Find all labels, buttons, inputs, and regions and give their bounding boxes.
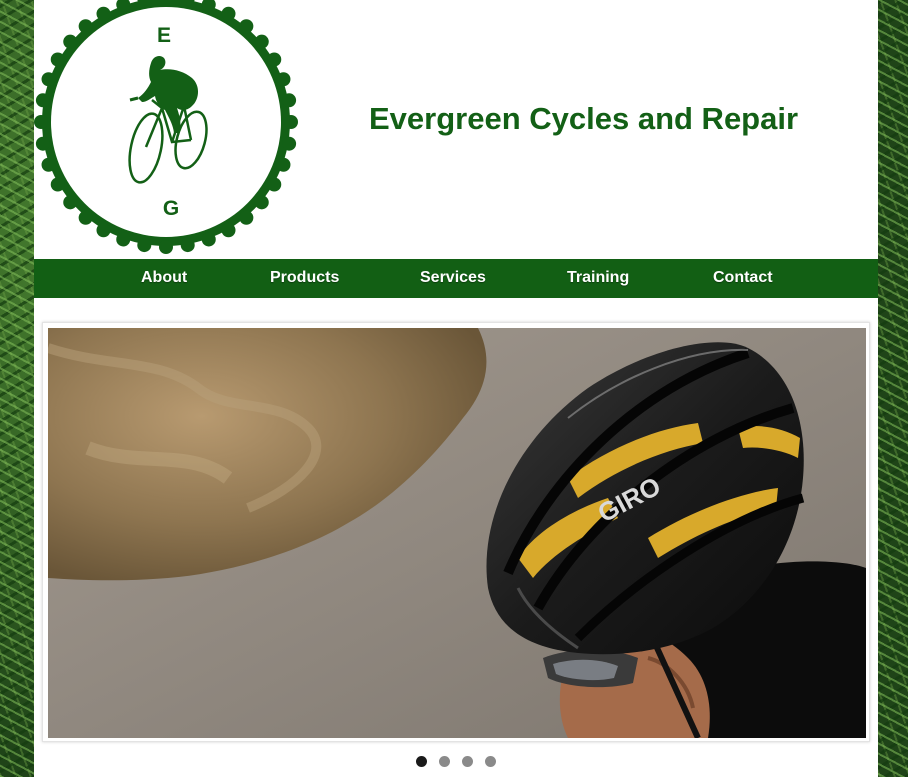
nav-item-training[interactable]: Training — [567, 269, 629, 287]
slider-dot-1[interactable] — [416, 756, 427, 767]
logo-letter-bottom: G — [163, 197, 179, 220]
nav-item-products[interactable]: Products — [270, 269, 339, 287]
nav-item-services[interactable]: Services — [420, 269, 486, 287]
slider-dot-2[interactable] — [439, 756, 450, 767]
site-header: E G Evergreen Cycles and Repair — [34, 0, 878, 259]
site-title: Evergreen Cycles and Repair — [369, 101, 799, 136]
helmet-photo: GIRO — [48, 328, 866, 738]
main-nav: About Products Services Training Contact — [34, 259, 878, 298]
slider-dot-4[interactable] — [485, 756, 496, 767]
logo-letter-top: E — [157, 24, 171, 47]
slider-dot-3[interactable] — [462, 756, 473, 767]
nav-item-contact[interactable]: Contact — [713, 269, 773, 287]
image-slider[interactable]: GIRO — [42, 322, 870, 742]
logo-badge[interactable]: E G — [34, 0, 298, 254]
nav-item-about[interactable]: About — [141, 269, 187, 287]
page-container: E G Evergreen Cycles and Repair About Pr… — [34, 0, 878, 777]
slide-image-helmet-rider: GIRO — [48, 328, 866, 738]
